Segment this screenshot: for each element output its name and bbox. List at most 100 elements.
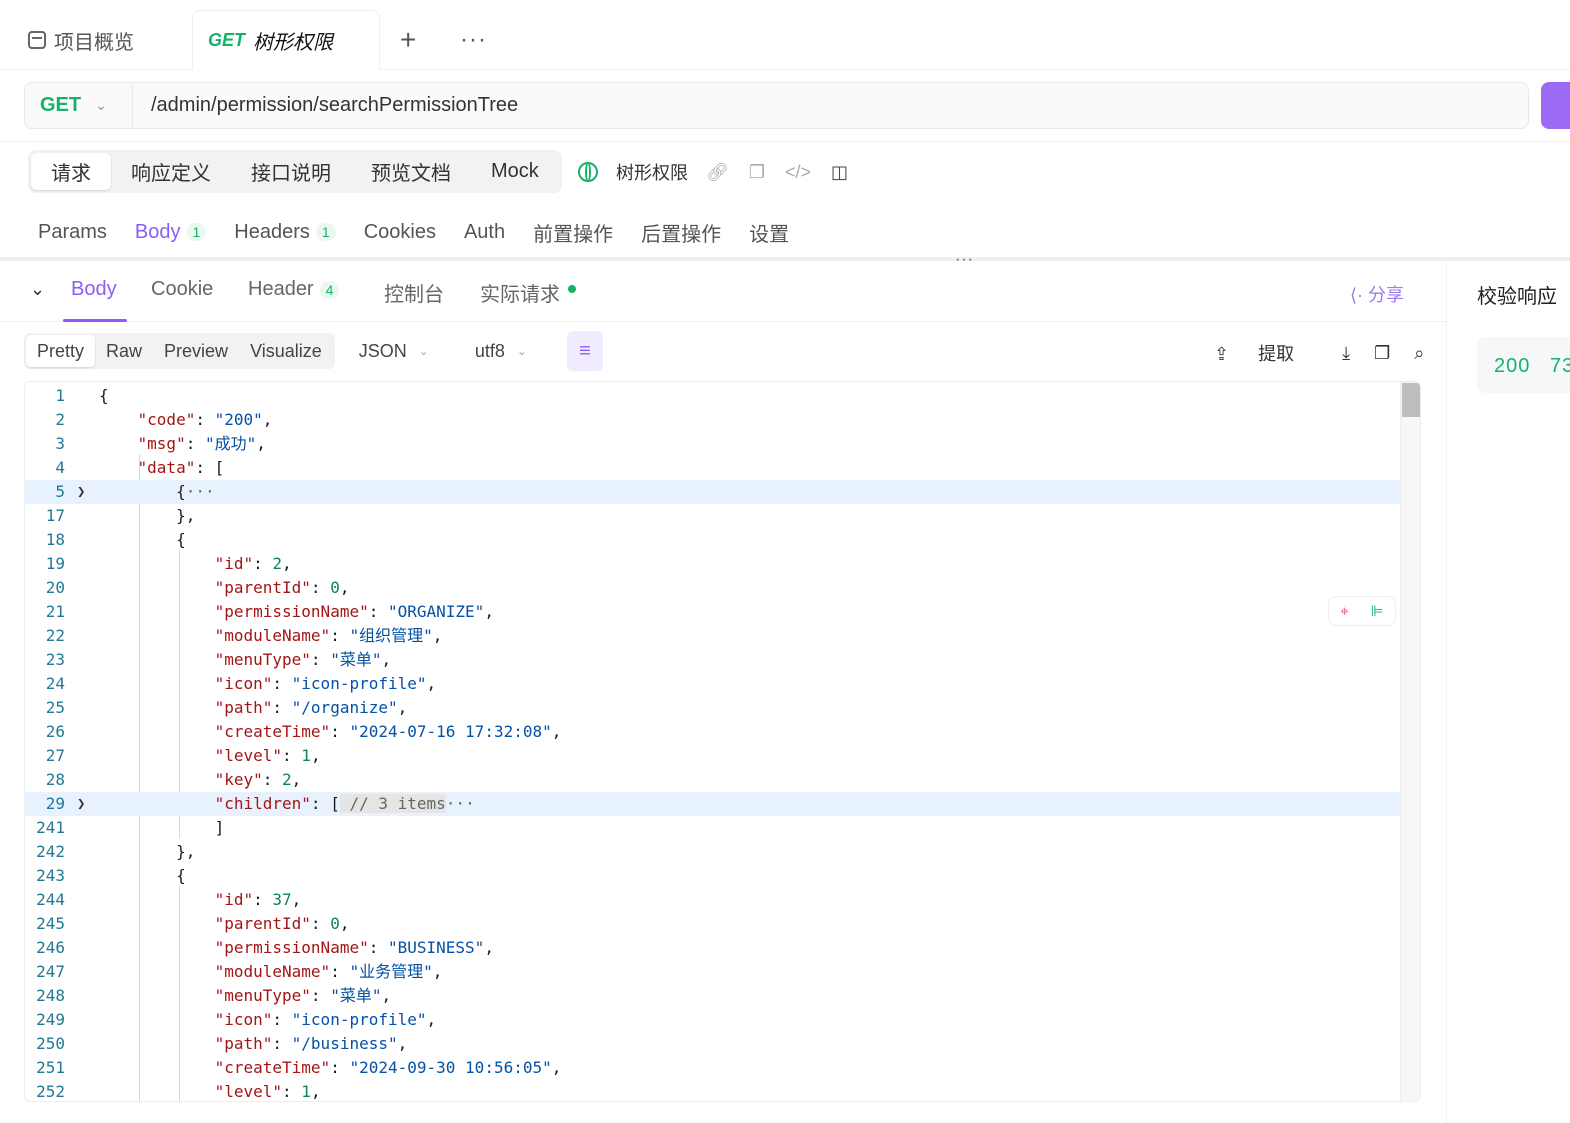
code-line: 18 { xyxy=(25,528,1400,552)
panel-toggle-icon[interactable]: ◫ xyxy=(831,162,848,183)
code-token: 1 xyxy=(301,746,311,765)
code-token: , xyxy=(397,698,408,717)
tab-response-cookie[interactable]: Cookie xyxy=(151,278,213,301)
tab-body[interactable]: Body 1 xyxy=(135,221,207,244)
scrollbar-thumb[interactable] xyxy=(1402,383,1420,417)
code-token: "permissionName" xyxy=(214,938,369,957)
url-input[interactable]: /admin/permission/searchPermissionTree xyxy=(133,94,518,117)
tab-cookies[interactable]: Cookies xyxy=(364,221,436,244)
code-token: ] xyxy=(214,818,225,837)
code-token: : xyxy=(262,770,283,789)
code-token: "msg" xyxy=(137,434,186,453)
tab-bar: 项目概览 GET 树形权限 + ··· xyxy=(0,0,1570,70)
code-token: , xyxy=(484,938,494,957)
tab-headers-label: Headers xyxy=(234,220,310,243)
tab-mock[interactable]: Mock xyxy=(471,153,559,190)
code-token: "icon-profile" xyxy=(291,1010,427,1029)
code-line: 26 "createTime": "2024-07-16 17:32:08", xyxy=(25,720,1400,744)
code-token: "BUSINESS" xyxy=(387,938,485,957)
response-summary: 200 73 xyxy=(1477,337,1570,393)
line-number: 252 xyxy=(36,1082,65,1101)
api-name: 树形权限 xyxy=(616,163,688,183)
tab-tree-permission[interactable]: GET 树形权限 xyxy=(192,10,380,70)
tab-actual-request[interactable]: 实际请求 xyxy=(480,278,576,307)
view-raw[interactable]: Raw xyxy=(95,335,153,367)
tab-project-overview[interactable]: 项目概览 xyxy=(28,10,134,70)
code-token: "菜单" xyxy=(330,986,382,1005)
code-text: "parentId": 0, xyxy=(99,576,350,600)
word-wrap-icon[interactable]: ≡ xyxy=(566,331,603,371)
code-token: , xyxy=(291,770,302,789)
code-text: { xyxy=(99,528,186,552)
code-line: 27 "level": 1, xyxy=(25,744,1400,768)
more-tabs-button[interactable]: ··· xyxy=(460,10,487,70)
panel-divider[interactable] xyxy=(0,257,1570,261)
code-token: "200" xyxy=(214,410,263,429)
tab-response-body[interactable]: Body xyxy=(71,278,117,301)
line-number: 23 xyxy=(45,650,65,669)
tab-preview-doc[interactable]: 预览文档 xyxy=(351,153,471,190)
copy-icon[interactable]: ❐ xyxy=(1374,343,1390,364)
code-editor[interactable]: ⌖ ⊫ 1{2 "code": "200", 3 "msg": "成功", 4 "d… xyxy=(24,381,1421,1102)
tab-request[interactable]: 请求 xyxy=(31,153,111,190)
code-token: 2 xyxy=(272,554,283,573)
extract-button[interactable]: ⇪ 提取 xyxy=(1214,340,1318,366)
code-token: , xyxy=(310,1082,321,1101)
tab-console[interactable]: 控制台 xyxy=(384,278,444,307)
code-token: , xyxy=(397,1034,408,1053)
fold-chevron-icon[interactable]: ❯ xyxy=(77,480,85,504)
code-token: "children" xyxy=(214,794,311,813)
tab-pre-operations[interactable]: 前置操作 xyxy=(533,218,613,247)
method-select[interactable]: GET ⌄ xyxy=(25,83,133,128)
view-pretty[interactable]: Pretty xyxy=(26,335,96,367)
line-number: 246 xyxy=(36,938,65,957)
tab-settings[interactable]: 设置 xyxy=(749,218,789,247)
code-token: "path" xyxy=(214,1034,273,1053)
vertical-scrollbar[interactable] xyxy=(1400,382,1420,1101)
view-preview[interactable]: Preview xyxy=(153,335,239,367)
view-visualize[interactable]: Visualize xyxy=(239,335,333,367)
send-button[interactable] xyxy=(1541,82,1570,129)
code-token: "icon-profile" xyxy=(291,674,427,693)
code-token: "parentId" xyxy=(214,914,311,933)
line-number: 28 xyxy=(45,770,65,789)
code-line: 250 "path": "/business", xyxy=(25,1032,1400,1056)
validation-panel: 校验响应 200 73 xyxy=(1446,262,1570,1123)
language-select[interactable]: JSON ⌄ xyxy=(359,341,429,362)
tab-auth[interactable]: Auth xyxy=(464,221,505,244)
code-text: "menuType": "菜单", xyxy=(99,984,392,1008)
code-line: 3 "msg": "成功", xyxy=(25,432,1400,456)
code-line: 29 ❯ "children": [ // 3 items··· xyxy=(25,792,1400,816)
line-number: 26 xyxy=(45,722,65,741)
new-tab-button[interactable]: + xyxy=(400,10,416,70)
code-token: "/business" xyxy=(291,1034,398,1053)
globe-icon[interactable] xyxy=(578,162,598,182)
collapse-chevron-icon[interactable]: ⌄ xyxy=(30,279,45,300)
code-text: {··· xyxy=(99,480,215,504)
tab-response-header[interactable]: Header 4 xyxy=(248,278,340,301)
share-button[interactable]: ⟨· 分享 xyxy=(1350,281,1404,307)
tab-post-operations[interactable]: 后置操作 xyxy=(641,218,721,247)
fold-chevron-icon[interactable]: ❯ xyxy=(77,792,85,816)
link-icon[interactable]: 🔗︎ xyxy=(706,162,729,183)
code-token: : xyxy=(282,1082,302,1101)
download-icon[interactable]: ⤓ xyxy=(1342,343,1350,364)
code-token: : xyxy=(310,650,331,669)
code-token: , xyxy=(282,554,292,573)
copy-icon[interactable]: ❐ xyxy=(749,162,765,183)
code-icon[interactable]: </> xyxy=(785,162,811,183)
tab-headers[interactable]: Headers 1 xyxy=(234,220,336,244)
code-token: : xyxy=(310,578,331,597)
tab-response-definition[interactable]: 响应定义 xyxy=(111,153,231,190)
headers-count-badge: 1 xyxy=(315,223,336,241)
encoding-select[interactable]: utf8 ⌄ xyxy=(475,341,527,362)
chevron-down-icon: ⌄ xyxy=(95,97,107,113)
tab-params[interactable]: Params xyxy=(38,221,107,244)
code-line: 2 "code": "200", xyxy=(25,408,1400,432)
search-icon[interactable]: ⌕ xyxy=(1414,343,1424,364)
active-tab-indicator xyxy=(63,319,127,322)
tab-api-description[interactable]: 接口说明 xyxy=(231,153,351,190)
line-number: 22 xyxy=(45,626,65,645)
code-token: 2 xyxy=(282,770,292,789)
code-token: "path" xyxy=(214,698,273,717)
